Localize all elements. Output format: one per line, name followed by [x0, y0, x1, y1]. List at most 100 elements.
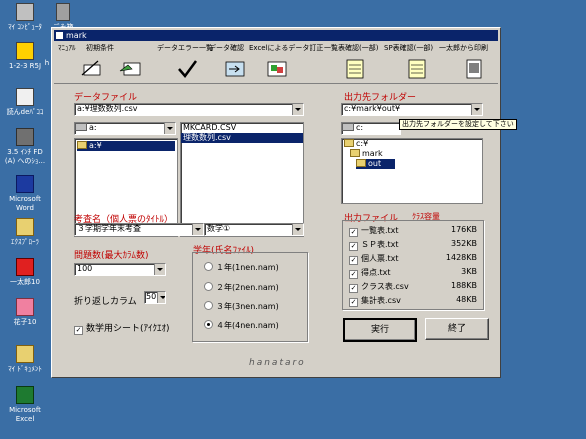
checkbox-box[interactable]: ✓: [349, 270, 358, 279]
menu-sp-check[interactable]: SP表確認(一部): [384, 42, 433, 54]
chevron-down-icon[interactable]: [164, 123, 175, 134]
chevron-down-icon[interactable]: [471, 104, 482, 115]
menu-data-check[interactable]: データ確認: [209, 42, 244, 54]
floppy-shortcut-icon[interactable]: 3.5 ｲﾝﾁ FD (A) へのｼｮ...: [2, 128, 48, 166]
toolbar: [54, 55, 498, 84]
tree-item[interactable]: c:¥: [342, 139, 482, 149]
grade-radio-1[interactable]: １年(1nen.nam): [204, 262, 279, 273]
desktop-icon-label: 1-2-3 R5J: [8, 62, 42, 70]
menu-bar: ﾏﾆｭｱﾙ 初期条件 データエラー一覧 データ確認 Excelによるデータ訂正 …: [54, 42, 498, 54]
drive-icon: [75, 123, 87, 131]
grade-radio-3[interactable]: ３年(3nen.nam): [204, 301, 279, 312]
desktop-icon-label: Microsoft Excel: [9, 406, 41, 423]
chevron-down-icon[interactable]: [292, 224, 303, 235]
output-folder-tree[interactable]: c:¥ mark out: [341, 138, 483, 204]
tree-item[interactable]: mark: [342, 149, 482, 159]
hand-paper-icon[interactable]: [114, 57, 150, 81]
file-item[interactable]: MKCARD.CSV: [181, 123, 303, 133]
menu-manual[interactable]: ﾏﾆｭｱﾙ: [58, 42, 76, 54]
desktop-icon-label: ﾏｲ ｺﾝﾋﾟｭｰﾀ: [8, 23, 42, 31]
math-sheet-checkbox[interactable]: ✓ 数学用シート(ｱｲｸｴｵ): [74, 321, 170, 335]
output-folder-label: 出力先フォルダー: [344, 93, 417, 103]
output-file-row[interactable]: ✓ ＳＰ表.txt 352KB: [349, 239, 477, 251]
chevron-down-icon[interactable]: [192, 224, 203, 235]
run-button[interactable]: 実行: [343, 318, 417, 342]
exam-name-value: ３学期学年末考査: [77, 224, 141, 233]
printer-doc-icon[interactable]: [456, 57, 492, 81]
folder-item[interactable]: a:¥: [77, 141, 175, 151]
drive-icon: [342, 123, 354, 131]
question-count-value: 100: [77, 264, 93, 273]
output-drive-select[interactable]: c:: [341, 122, 401, 135]
menu-excel-correction[interactable]: Excelによるデータ訂正: [249, 42, 323, 54]
reader-icon[interactable]: 読んdeﾊﾟｺｺ: [2, 88, 48, 117]
document-color-icon[interactable]: [259, 57, 295, 81]
wrap-column-value: 50: [146, 292, 157, 301]
checkmark-icon[interactable]: [169, 57, 205, 81]
desktop-icon-label: Microsoft Word: [9, 195, 41, 212]
explorer-icon[interactable]: ｴｸｽﾌﾟﾛｰﾗ: [2, 218, 48, 247]
data-file-combo[interactable]: a:¥理数数列.csv: [74, 103, 304, 116]
folder-icon: [344, 139, 354, 147]
grade-radio-4[interactable]: ４年(4nen.nam): [204, 320, 279, 331]
title-bar[interactable]: mark: [54, 30, 498, 41]
ichitaro-icon[interactable]: 一太郎10: [2, 258, 48, 287]
output-file-row[interactable]: ✓ 得点.txt 3KB: [349, 267, 477, 279]
pen-paper-icon[interactable]: [74, 57, 110, 81]
question-count-combo[interactable]: 100: [74, 263, 166, 276]
app-icon: [56, 32, 63, 39]
desktop-icon-label: h: [44, 59, 50, 67]
output-folder-value: c:¥mark¥out¥: [344, 104, 401, 113]
menu-data-errors[interactable]: データエラー一覧: [157, 42, 213, 54]
checkbox-box[interactable]: ✓: [349, 242, 358, 251]
data-file-value: a:¥理数数列.csv: [77, 104, 138, 113]
file-list[interactable]: MKCARD.CSV 理数数列.csv: [180, 122, 304, 237]
chevron-down-icon[interactable]: [292, 104, 303, 115]
desktop-icon-label: 花子10: [13, 318, 37, 326]
chevron-down-icon[interactable]: [154, 264, 165, 275]
my-documents-icon[interactable]: ﾏｲ ﾄﾞｷｭﾒﾝﾄ: [2, 345, 48, 374]
exam-name-combo[interactable]: ３学期学年末考査: [74, 223, 204, 236]
radio-circle[interactable]: [204, 301, 213, 310]
checkbox-box[interactable]: ✓: [74, 326, 83, 335]
math-sheet-label: 数学用シート(ｱｲｸｴｵ): [86, 324, 170, 334]
menu-initial-settings[interactable]: 初期条件: [86, 42, 114, 54]
file-item-selected[interactable]: 理数数列.csv: [181, 133, 303, 143]
drive-select[interactable]: a:: [74, 122, 176, 135]
output-file-row[interactable]: ✓ 個人票.txt 1428KB: [349, 253, 477, 265]
document-arrow-icon[interactable]: [217, 57, 253, 81]
desktop-icon-label: ﾏｲ ﾄﾞｷｭﾒﾝﾄ: [8, 365, 42, 373]
output-drive-value: c:: [356, 123, 364, 132]
desktop-icon-label: 読んdeﾊﾟｺｺ: [6, 108, 44, 116]
radio-circle-selected[interactable]: [204, 320, 213, 329]
wrap-column-combo[interactable]: 50: [144, 291, 166, 304]
checkbox-box[interactable]: ✓: [349, 298, 358, 307]
checkbox-box[interactable]: ✓: [349, 256, 358, 265]
question-count-label: 問題数(最大ｶﾗﾑ数): [74, 251, 149, 261]
menu-list-check[interactable]: 一覧表確認(一部): [324, 42, 378, 54]
menu-ichitaro-print[interactable]: 一太郎から印刷: [439, 42, 488, 54]
output-folder-field[interactable]: c:¥mark¥out¥: [341, 103, 483, 116]
checkbox-box[interactable]: ✓: [349, 284, 358, 293]
output-file-row[interactable]: ✓ 一覧表.txt 176KB: [349, 225, 477, 237]
grade-radio-2[interactable]: ２年(2nen.nam): [204, 282, 279, 293]
notepad-icon[interactable]: [337, 57, 373, 81]
notepad-icon[interactable]: [399, 57, 435, 81]
output-file-row[interactable]: ✓ 集計表.csv 48KB: [349, 295, 477, 307]
window-title: mark: [66, 31, 87, 40]
radio-circle[interactable]: [204, 282, 213, 291]
word-icon[interactable]: Microsoft Word: [2, 175, 48, 213]
radio-circle[interactable]: [204, 262, 213, 271]
tree-item-selected[interactable]: out: [342, 159, 482, 169]
hanako-icon[interactable]: 花子10: [2, 298, 48, 327]
chevron-down-icon[interactable]: [157, 292, 165, 303]
checkbox-box[interactable]: ✓: [349, 228, 358, 237]
subject-combo[interactable]: 数学①: [204, 223, 304, 236]
output-folder-tooltip: 出力先フォルダーを設定して下さい: [399, 119, 517, 130]
desktop-icon-label: 3.5 ｲﾝﾁ FD (A) へのｼｮ...: [4, 148, 46, 165]
output-file-row[interactable]: ✓ クラス表.csv 188KB: [349, 281, 477, 293]
output-files-group: ✓ 一覧表.txt 176KB ✓ ＳＰ表.txt 352KB ✓ 個人票.txt 1428…: [342, 220, 484, 310]
folder-icon: [77, 141, 87, 149]
excel-icon[interactable]: Microsoft Excel: [2, 386, 48, 424]
exit-button[interactable]: 終了: [425, 318, 489, 340]
